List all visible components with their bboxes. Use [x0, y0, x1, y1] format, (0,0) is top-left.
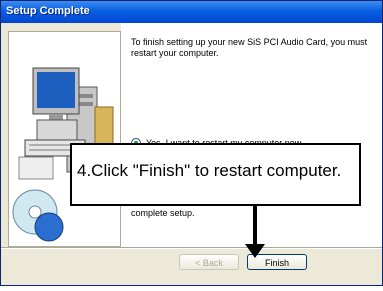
button-divider	[1, 247, 382, 249]
arrow-down-icon	[245, 244, 265, 258]
title-bar: Setup Complete	[1, 1, 382, 23]
computer-illustration-icon	[12, 67, 114, 242]
arrow-line	[253, 206, 257, 248]
setup-illustration	[8, 31, 121, 247]
window-title: Setup Complete	[6, 5, 90, 17]
instruction-callout: 4.Click "Finish" to restart computer.	[70, 143, 361, 206]
back-button[interactable]: < Back	[179, 254, 239, 270]
finish-message: To finish setting up your new SiS PCI Au…	[131, 37, 368, 58]
callout-text: 4.Click "Finish" to restart computer.	[77, 161, 342, 180]
content-panel: To finish setting up your new SiS PCI Au…	[121, 23, 382, 247]
complete-setup-text: complete setup.	[131, 208, 195, 218]
